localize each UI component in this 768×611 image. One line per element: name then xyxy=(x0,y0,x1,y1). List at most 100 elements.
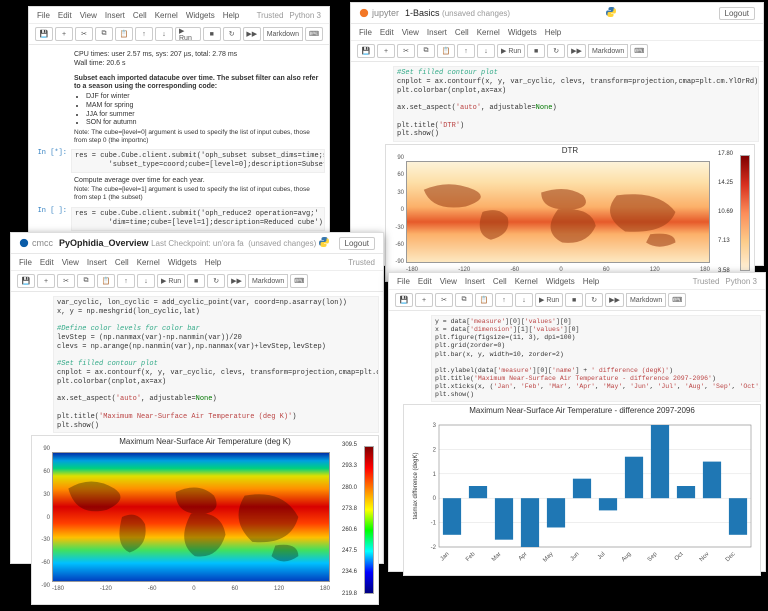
run-all-button[interactable]: ▶▶ xyxy=(605,293,624,307)
menu-cell[interactable]: Cell xyxy=(133,11,147,20)
down-button[interactable]: ↓ xyxy=(137,274,155,288)
menu-kernel[interactable]: Kernel xyxy=(515,277,538,286)
logout-button[interactable]: Logout xyxy=(719,7,755,20)
down-button[interactable]: ↓ xyxy=(515,293,533,307)
down-button[interactable]: ↓ xyxy=(155,27,173,41)
keyboard-button[interactable]: ⌨ xyxy=(668,293,686,307)
menu-widgets[interactable]: Widgets xyxy=(186,11,215,20)
add-cell-button[interactable]: + xyxy=(55,27,73,41)
copy-button[interactable]: ⧉ xyxy=(455,293,473,307)
copy-button[interactable]: ⧉ xyxy=(417,44,435,58)
paste-button[interactable]: 📋 xyxy=(115,27,133,41)
paste-button[interactable]: 📋 xyxy=(97,274,115,288)
run-all-button[interactable]: ▶▶ xyxy=(243,27,261,41)
menu-insert[interactable]: Insert xyxy=(465,277,485,286)
keyboard-button[interactable]: ⌨ xyxy=(630,44,648,58)
save-button[interactable]: 💾 xyxy=(17,274,35,288)
run-button[interactable]: ▶ Run xyxy=(535,293,563,307)
copy-button[interactable]: ⧉ xyxy=(77,274,95,288)
svg-text:3: 3 xyxy=(433,423,437,429)
menu-bar: File Edit View Insert Cell Kernel Widget… xyxy=(389,273,765,290)
menu-file[interactable]: File xyxy=(397,277,410,286)
menu-widgets[interactable]: Widgets xyxy=(508,28,537,37)
code-cell[interactable]: var_cyclic, lon_cyclic = add_cyclic_poin… xyxy=(53,296,379,433)
menu-edit[interactable]: Edit xyxy=(58,11,72,20)
kernel-label[interactable]: Python 3 xyxy=(289,11,321,20)
run-button[interactable]: ▶ Run xyxy=(175,27,201,41)
menu-file[interactable]: File xyxy=(37,11,50,20)
menu-file[interactable]: File xyxy=(19,258,32,267)
code-cell[interactable]: y = data['measure'][0]['values'][0] x = … xyxy=(431,315,761,402)
notebook-window-4: File Edit View Insert Cell Kernel Widget… xyxy=(388,272,766,572)
stop-button[interactable]: ■ xyxy=(565,293,583,307)
up-button[interactable]: ↑ xyxy=(495,293,513,307)
cut-button[interactable]: ✂ xyxy=(397,44,415,58)
menu-help[interactable]: Help xyxy=(223,11,239,20)
notebook-title[interactable]: PyOphidia_Overview Last Checkpoint: un'o… xyxy=(59,238,316,248)
up-button[interactable]: ↑ xyxy=(117,274,135,288)
add-cell-button[interactable]: + xyxy=(37,274,55,288)
run-all-button[interactable]: ▶▶ xyxy=(227,274,246,288)
menu-insert[interactable]: Insert xyxy=(427,28,447,37)
menu-view[interactable]: View xyxy=(62,258,79,267)
menu-cell[interactable]: Cell xyxy=(493,277,507,286)
menu-widgets[interactable]: Widgets xyxy=(546,277,575,286)
menu-kernel[interactable]: Kernel xyxy=(155,11,178,20)
cut-button[interactable]: ✂ xyxy=(75,27,93,41)
menu-help[interactable]: Help xyxy=(205,258,221,267)
restart-button[interactable]: ↻ xyxy=(223,27,241,41)
copy-button[interactable]: ⧉ xyxy=(95,27,113,41)
add-cell-button[interactable]: + xyxy=(377,44,395,58)
keyboard-button[interactable]: ⌨ xyxy=(305,27,323,41)
cut-button[interactable]: ✂ xyxy=(57,274,75,288)
save-button[interactable]: 💾 xyxy=(357,44,375,58)
menu-cell[interactable]: Cell xyxy=(455,28,469,37)
menu-edit[interactable]: Edit xyxy=(380,28,394,37)
world-map xyxy=(406,161,710,263)
menu-view[interactable]: View xyxy=(440,277,457,286)
logout-button[interactable]: Logout xyxy=(339,237,375,250)
menu-insert[interactable]: Insert xyxy=(87,258,107,267)
code-cell[interactable]: #Set filled contour plot cnplot = ax.con… xyxy=(393,66,759,142)
menu-edit[interactable]: Edit xyxy=(418,277,432,286)
celltype-select[interactable]: Markdown xyxy=(588,44,628,58)
celltype-select[interactable]: Markdown xyxy=(263,27,303,41)
save-button[interactable]: 💾 xyxy=(35,27,53,41)
menu-view[interactable]: View xyxy=(80,11,97,20)
keyboard-button[interactable]: ⌨ xyxy=(290,274,308,288)
run-all-button[interactable]: ▶▶ xyxy=(567,44,586,58)
cut-button[interactable]: ✂ xyxy=(435,293,453,307)
menu-cell[interactable]: Cell xyxy=(115,258,129,267)
menu-help[interactable]: Help xyxy=(583,277,599,286)
restart-button[interactable]: ↻ xyxy=(547,44,565,58)
notebook-title[interactable]: 1-Basics (unsaved changes) xyxy=(405,8,510,18)
menu-help[interactable]: Help xyxy=(545,28,561,37)
run-button[interactable]: ▶ Run xyxy=(497,44,525,58)
add-cell-button[interactable]: + xyxy=(415,293,433,307)
menu-insert[interactable]: Insert xyxy=(105,11,125,20)
menu-widgets[interactable]: Widgets xyxy=(168,258,197,267)
menu-kernel[interactable]: Kernel xyxy=(137,258,160,267)
paste-button[interactable]: 📋 xyxy=(437,44,455,58)
stop-button[interactable]: ■ xyxy=(203,27,221,41)
menu-bar: File Edit View Insert Cell Kernel Widget… xyxy=(29,7,329,24)
save-button[interactable]: 💾 xyxy=(395,293,413,307)
menu-view[interactable]: View xyxy=(402,28,419,37)
restart-button[interactable]: ↻ xyxy=(207,274,225,288)
menu-edit[interactable]: Edit xyxy=(40,258,54,267)
run-button[interactable]: ▶ Run xyxy=(157,274,185,288)
menu-file[interactable]: File xyxy=(359,28,372,37)
celltype-select[interactable]: Markdown xyxy=(248,274,288,288)
stop-button[interactable]: ■ xyxy=(187,274,205,288)
up-button[interactable]: ↑ xyxy=(457,44,475,58)
menu-kernel[interactable]: Kernel xyxy=(477,28,500,37)
code-cell[interactable]: res = cube.Cube.client.submit('oph_subse… xyxy=(71,149,325,173)
restart-button[interactable]: ↻ xyxy=(585,293,603,307)
celltype-select[interactable]: Markdown xyxy=(626,293,666,307)
down-button[interactable]: ↓ xyxy=(477,44,495,58)
up-button[interactable]: ↑ xyxy=(135,27,153,41)
kernel-label[interactable]: Python 3 xyxy=(725,277,757,286)
paste-button[interactable]: 📋 xyxy=(475,293,493,307)
stop-button[interactable]: ■ xyxy=(527,44,545,58)
code-cell[interactable]: res = cube.Cube.client.submit('oph_reduc… xyxy=(71,207,325,231)
